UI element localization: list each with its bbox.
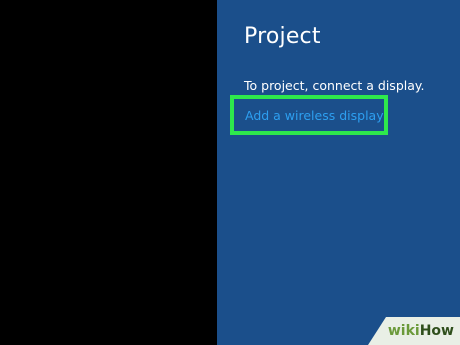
watermark-wiki: wiki xyxy=(387,323,420,339)
watermark-how: How xyxy=(419,323,454,339)
project-pane: Project To project, connect a display. A… xyxy=(217,0,460,345)
add-wireless-display-link[interactable]: Add a wireless display xyxy=(245,108,384,123)
desktop-background xyxy=(0,0,217,345)
highlight-box: Add a wireless display xyxy=(230,95,388,135)
connect-display-message: To project, connect a display. xyxy=(244,78,425,93)
pane-title: Project xyxy=(244,24,321,49)
